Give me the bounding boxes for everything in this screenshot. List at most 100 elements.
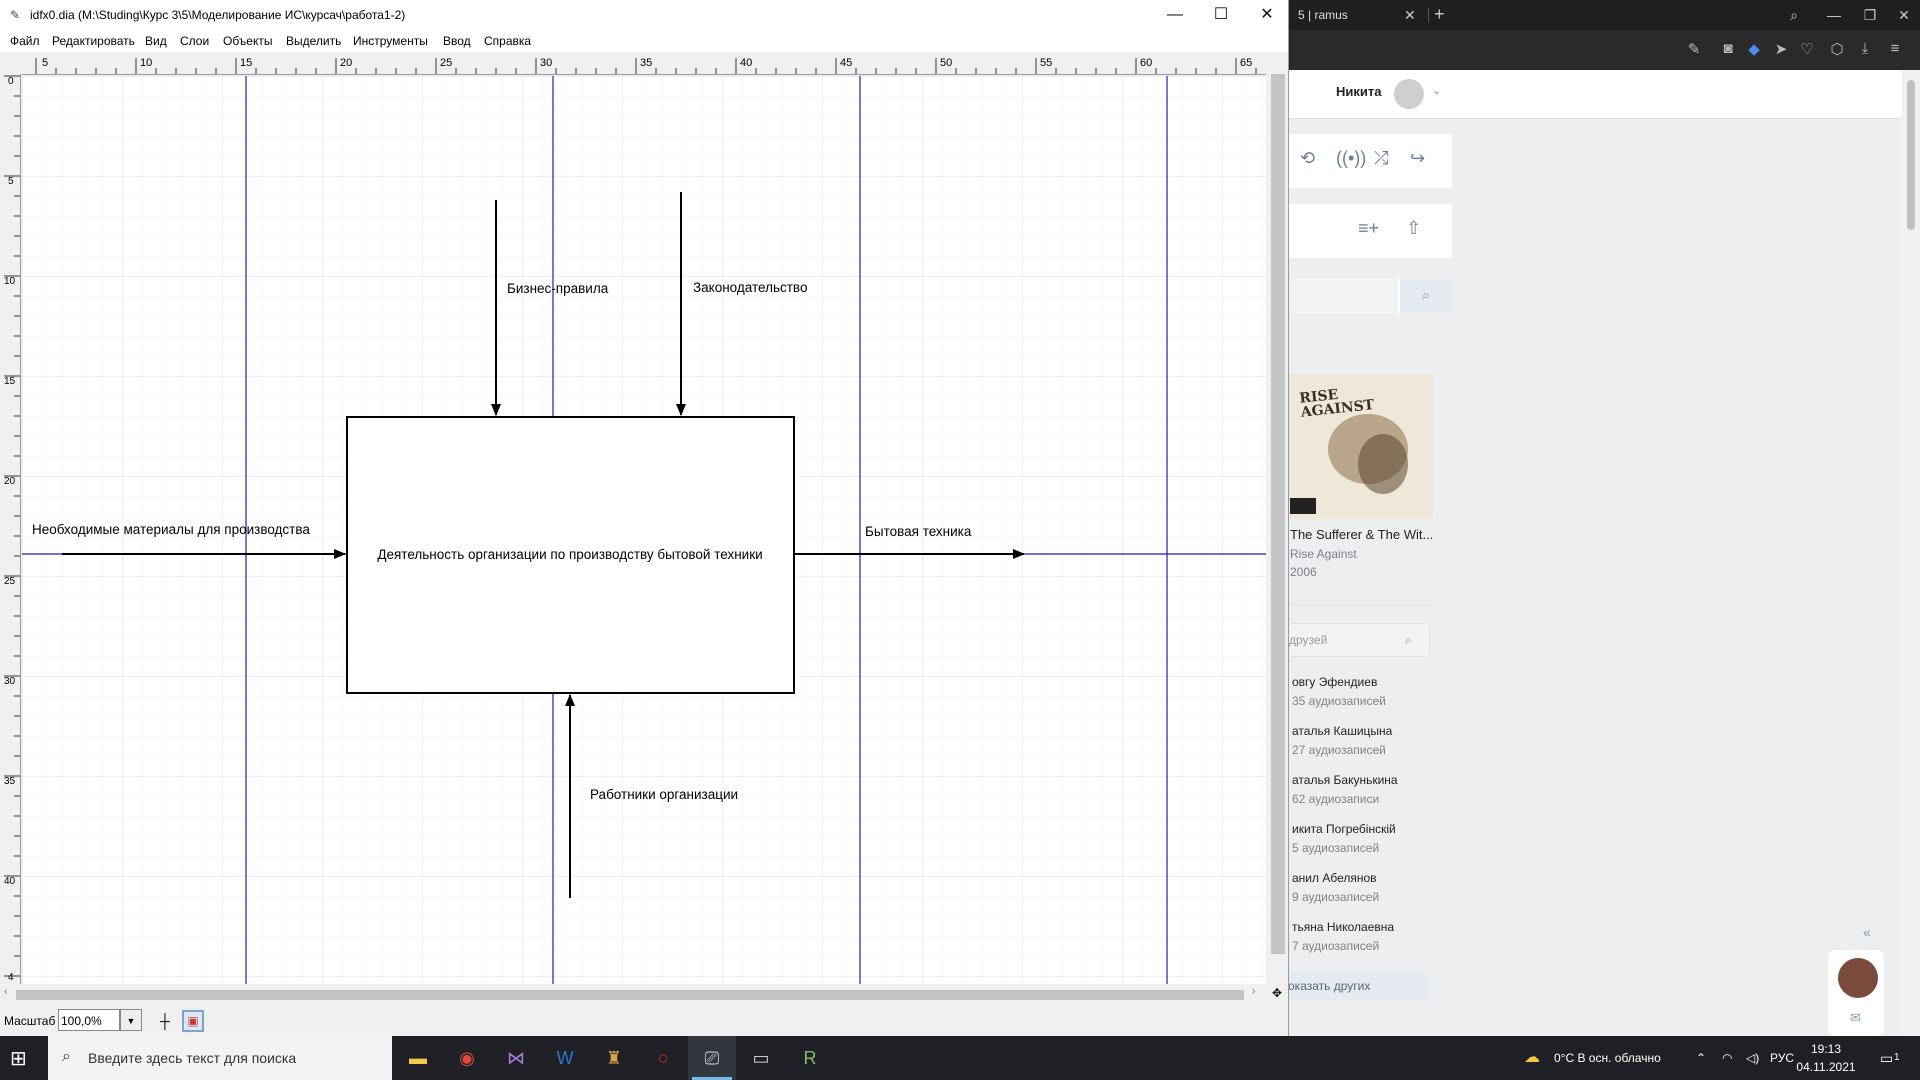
menu-select[interactable]: Выделить: [286, 34, 341, 48]
navigate-icon[interactable]: ✥: [1272, 986, 1282, 1000]
mechanism-arrow-label[interactable]: Работники организации: [590, 787, 738, 802]
menu-layers[interactable]: Слои: [180, 34, 209, 48]
friend-name[interactable]: овгу Эфендиев: [1292, 675, 1377, 689]
word-icon[interactable]: W: [541, 1036, 589, 1080]
friend-name[interactable]: икита Погребінскій: [1292, 822, 1396, 836]
volume-icon[interactable]: ◁): [1746, 1036, 1759, 1080]
collapse-icon[interactable]: «: [1863, 924, 1871, 940]
chat-icon[interactable]: ✉: [1850, 1010, 1861, 1026]
camera-icon[interactable]: ◙: [1717, 40, 1739, 57]
player-controls: ⟲ ((•)) ⤮ ↪: [1288, 134, 1452, 188]
scroll-right-icon[interactable]: ›: [1252, 986, 1255, 997]
heart-icon[interactable]: ♡: [1796, 40, 1818, 58]
canvas-horizontal-scrollbar[interactable]: ‹ › ✥: [0, 986, 1282, 1004]
browser-tab-bar: 5 | ramus ✕ + ⌕ — ❐ ✕: [1288, 0, 1920, 30]
upload-icon[interactable]: ⇧: [1406, 218, 1421, 239]
friends-search-input[interactable]: друзей ⌕: [1288, 623, 1430, 657]
scroll-thumb[interactable]: [1271, 74, 1285, 954]
control-arrow-label[interactable]: Бизнес-правила: [507, 281, 609, 296]
zoom-input[interactable]: 100,0%: [58, 1009, 120, 1031]
search-icon[interactable]: ⌕: [1400, 278, 1452, 314]
shuffle-icon[interactable]: ⤮: [1374, 148, 1388, 169]
scroll-thumb[interactable]: [16, 990, 1244, 1000]
chrome-icon[interactable]: ◉: [443, 1036, 491, 1080]
app-icon[interactable]: ♜: [590, 1036, 638, 1080]
menu-icon[interactable]: ≡: [1884, 40, 1906, 57]
user-name[interactable]: Никита: [1336, 84, 1381, 99]
zoom-dropdown-button[interactable]: ▼: [120, 1009, 142, 1031]
cube-icon[interactable]: ⬡: [1826, 40, 1848, 58]
album-cover[interactable]: RISE AGAINST: [1288, 374, 1433, 519]
scroll-left-icon[interactable]: ‹: [4, 986, 7, 997]
browser-scrollbar[interactable]: [1902, 70, 1920, 1036]
friend-name[interactable]: тьяна Николаевна: [1292, 920, 1394, 934]
snap-to-grid-icon[interactable]: ┼: [154, 1010, 176, 1032]
avatar[interactable]: [1838, 958, 1878, 998]
tab-close-icon[interactable]: ✕: [1404, 0, 1416, 30]
clock[interactable]: 19:13 04.11.2021: [1796, 1040, 1856, 1076]
friend-name[interactable]: аталья Бакунькина: [1292, 773, 1398, 787]
opera-icon[interactable]: ○: [639, 1036, 687, 1080]
chevron-up-icon[interactable]: ⌃: [1696, 1036, 1706, 1080]
language-indicator[interactable]: РУС: [1770, 1036, 1794, 1080]
ruler-label: 0: [8, 76, 14, 87]
taskbar-search[interactable]: ⌕ Введите здесь текст для поиска: [48, 1036, 392, 1080]
output-arrow-label[interactable]: Бытовая техника: [865, 524, 972, 539]
shield-icon[interactable]: ◆: [1743, 40, 1765, 58]
avatar[interactable]: [1394, 79, 1424, 109]
album-artist[interactable]: Rise Against: [1290, 547, 1357, 561]
wifi-icon[interactable]: ◠: [1722, 1036, 1732, 1080]
diagram-canvas[interactable]: Деятельность организации по производству…: [22, 76, 1266, 984]
browser-close-icon[interactable]: ✕: [1884, 0, 1920, 30]
add-to-playlist-icon[interactable]: ≡+: [1358, 218, 1379, 239]
ruler-label: 10: [140, 57, 152, 69]
show-more-button[interactable]: оказать других: [1288, 972, 1428, 1000]
weather-icon[interactable]: ☁: [1524, 1036, 1540, 1080]
minimize-button[interactable]: —: [1152, 0, 1198, 30]
maximize-button[interactable]: ☐: [1198, 0, 1244, 30]
new-tab-button[interactable]: +: [1434, 0, 1445, 28]
edit-icon[interactable]: ✎: [1683, 40, 1705, 58]
windows-start-icon[interactable]: ⊞: [10, 1046, 27, 1071]
browser-minimize-icon[interactable]: —: [1814, 0, 1854, 30]
toggle-grid-icon[interactable]: ▣: [182, 1010, 204, 1032]
divider: [1288, 604, 1432, 605]
share-icon[interactable]: ↪: [1410, 148, 1425, 169]
activity-box-label[interactable]: Деятельность организации по производству…: [377, 547, 762, 562]
ramus-icon[interactable]: R: [786, 1036, 834, 1080]
album-title[interactable]: The Sufferer & The Wit...: [1290, 527, 1433, 542]
chat-widget[interactable]: ✉: [1828, 950, 1884, 1036]
ruler-label: 45: [840, 57, 852, 69]
file-explorer-icon[interactable]: ▬: [394, 1036, 442, 1080]
menu-help[interactable]: Справка: [484, 34, 531, 48]
music-search-input[interactable]: [1288, 278, 1398, 314]
ruler-label: 55: [1040, 57, 1052, 69]
scroll-thumb[interactable]: [1907, 80, 1915, 230]
chevron-down-icon[interactable]: ⌄: [1432, 84, 1441, 97]
notification-icon[interactable]: ▭: [1880, 1036, 1893, 1080]
broadcast-icon[interactable]: ((•)): [1336, 148, 1366, 169]
menu-edit[interactable]: Редактировать: [52, 34, 135, 48]
menu-view[interactable]: Вид: [145, 34, 167, 48]
menu-input[interactable]: Ввод: [443, 34, 471, 48]
terminal-icon[interactable]: ▭: [737, 1036, 785, 1080]
menu-tools[interactable]: Инструменты: [353, 34, 428, 48]
send-icon[interactable]: ➤: [1770, 40, 1792, 58]
close-button[interactable]: ✕: [1244, 0, 1290, 30]
zoom-value: 100,0%: [61, 1014, 102, 1028]
control-arrow-label[interactable]: Законодательство: [693, 280, 807, 295]
input-arrow-label[interactable]: Необходимые материалы для производства: [32, 522, 310, 537]
dia-taskbar-icon[interactable]: ⎚: [688, 1036, 736, 1080]
repeat-icon[interactable]: ⟲: [1300, 148, 1315, 169]
weather-text[interactable]: 0°C В осн. облачно: [1554, 1036, 1661, 1080]
friend-name[interactable]: аталья Кашицына: [1292, 724, 1392, 738]
friend-name[interactable]: анил Абелянов: [1292, 871, 1377, 885]
browser-search-icon[interactable]: ⌕: [1774, 0, 1814, 30]
menu-file[interactable]: Файл: [10, 34, 40, 48]
menu-objects[interactable]: Объекты: [223, 34, 273, 48]
search-icon[interactable]: ⌕: [1405, 624, 1412, 656]
visual-studio-icon[interactable]: ⋈: [492, 1036, 540, 1080]
canvas-vertical-scrollbar[interactable]: [1268, 54, 1288, 984]
download-icon[interactable]: ⤓: [1854, 40, 1876, 57]
vk-header: Никита ⌄: [1288, 70, 1920, 119]
